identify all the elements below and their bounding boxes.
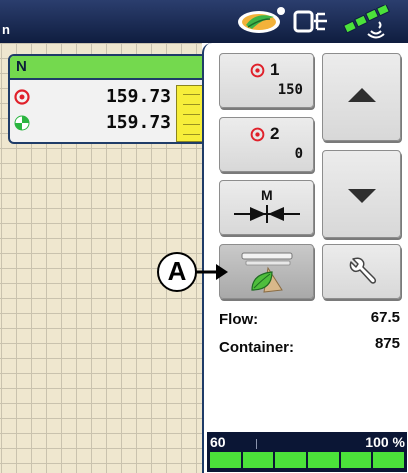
top-bar-title: n <box>2 22 10 37</box>
progress-left-label: 60 <box>210 434 226 450</box>
display-usb-icon[interactable] <box>292 5 328 39</box>
flow-value: 67.5 <box>370 309 400 326</box>
leaf-logo-icon[interactable] <box>236 5 286 39</box>
progress-right-label: 100 % <box>365 434 405 450</box>
top-status-bar: n <box>0 0 408 43</box>
overlay-header: N <box>10 56 205 80</box>
overlay-row-target: 159.73 <box>10 85 175 111</box>
rate-up-button[interactable] <box>322 53 401 141</box>
container-button[interactable] <box>219 244 314 299</box>
progress-segment <box>308 452 339 468</box>
progress-segments <box>210 452 405 468</box>
progress-segment <box>340 452 372 468</box>
progress-segment <box>210 452 241 468</box>
product-1-button[interactable]: 1 150 <box>219 53 314 108</box>
product-2-rate: 0 <box>294 146 303 162</box>
settings-button[interactable] <box>322 244 401 299</box>
arrow-up-icon <box>348 88 376 102</box>
target-icon <box>250 127 265 142</box>
flow-label: Flow: <box>219 311 259 328</box>
container-label: Container: <box>219 339 294 356</box>
progress-segment <box>275 452 307 468</box>
product-1-rate: 150 <box>277 82 303 98</box>
progress-segment <box>242 452 274 468</box>
gps-signal-icon[interactable] <box>343 5 393 39</box>
overlay-row-coverage: 159.73 <box>10 111 175 137</box>
container-value: 875 <box>374 335 400 352</box>
product-2-button[interactable]: 2 0 <box>219 117 314 172</box>
applied-rate-value: 159.73 <box>105 112 171 133</box>
product-overlay[interactable]: N 159.73 159.73 <box>8 54 207 144</box>
coverage-icon <box>14 115 30 131</box>
seed-container-icon <box>241 252 293 293</box>
manual-label: M <box>261 187 273 203</box>
container-level-bar: 60 100 % <box>207 432 407 472</box>
target-icon <box>250 63 265 78</box>
manual-mode-button[interactable]: M <box>219 180 314 235</box>
rate-down-button[interactable] <box>322 150 401 238</box>
target-rate-value: 159.73 <box>105 86 171 107</box>
callout-a: A <box>157 252 197 292</box>
progress-segment <box>373 452 405 468</box>
wrench-icon <box>349 257 377 284</box>
manual-override-icon <box>234 205 300 223</box>
product-2-number: 2 <box>270 124 280 143</box>
target-icon <box>14 89 30 105</box>
arrow-down-icon <box>348 189 376 203</box>
progress-divider <box>256 439 257 449</box>
product-1-number: 1 <box>270 60 280 79</box>
